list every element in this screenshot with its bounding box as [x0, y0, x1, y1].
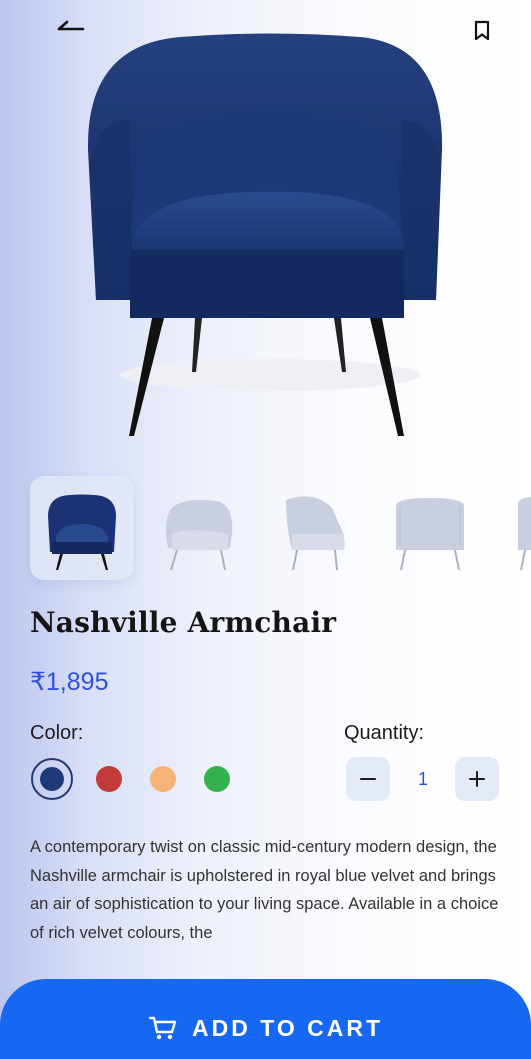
product-title: Nashville Armchair	[30, 606, 337, 639]
product-price: ₹1,895	[30, 668, 109, 696]
thumbnail-5[interactable]	[494, 476, 531, 580]
add-to-cart-label: ADD TO CART	[191, 1014, 383, 1041]
thumbnail-2[interactable]	[146, 476, 250, 580]
color-swatch-green[interactable]	[204, 766, 230, 792]
quantity-label: Quantity:	[344, 722, 425, 744]
color-swatch-red[interactable]	[96, 766, 122, 792]
quantity-increment-button[interactable]	[455, 757, 499, 801]
color-swatch-blue[interactable]	[40, 767, 64, 791]
thumbnail-strip	[0, 474, 531, 584]
product-hero-image	[60, 0, 480, 460]
thumbnail-3[interactable]	[262, 476, 366, 580]
minus-icon	[360, 778, 376, 780]
color-label: Color:	[30, 722, 84, 744]
thumbnail-1[interactable]	[30, 476, 134, 580]
add-to-cart-button[interactable]: ADD TO CART	[0, 979, 531, 1059]
product-description: A contemporary twist on classic mid-cent…	[30, 838, 499, 942]
plus-icon	[469, 771, 485, 787]
thumbnail-4[interactable]	[378, 476, 482, 580]
quantity-decrement-button[interactable]	[346, 757, 390, 801]
quantity-value: 1	[417, 769, 428, 789]
color-swatch-peach[interactable]	[150, 766, 176, 792]
cart-icon	[148, 1016, 177, 1040]
